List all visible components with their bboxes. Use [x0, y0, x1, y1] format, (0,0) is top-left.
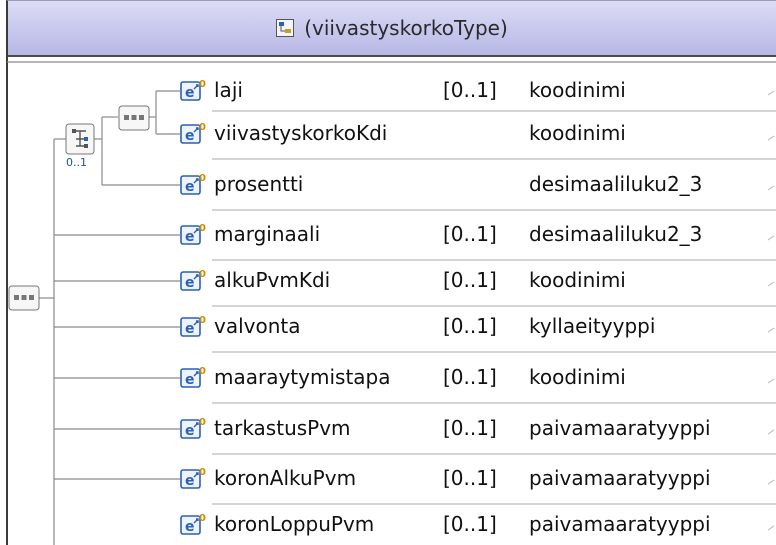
element-name[interactable]: laji — [214, 78, 243, 102]
element-name[interactable]: viivastyskorkoKdi — [214, 121, 387, 145]
element-name[interactable]: koronLoppuPvm — [214, 512, 374, 536]
svg-text:0: 0 — [199, 79, 206, 90]
element-name[interactable]: alkuPvmKdi — [214, 268, 330, 292]
element-icon: e0 — [180, 312, 210, 338]
element-icon: e0 — [180, 119, 210, 145]
element-icon: e0 — [180, 170, 210, 196]
element-icon: e0 — [180, 76, 210, 102]
inner-sequence-icon[interactable] — [118, 105, 150, 131]
tree-lines — [7, 61, 776, 545]
element-type[interactable]: koodinimi — [529, 78, 626, 102]
svg-text:e: e — [185, 473, 195, 489]
element-icon: e0 — [180, 414, 210, 440]
svg-text:0: 0 — [199, 122, 206, 133]
svg-text:e: e — [185, 229, 195, 245]
element-icon: e0 — [180, 510, 210, 536]
element-type[interactable]: koodinimi — [529, 121, 626, 145]
element-name[interactable]: maaraytymistapa — [214, 365, 391, 389]
element-type[interactable]: desimaaliluku2_3 — [529, 172, 702, 196]
svg-text:e: e — [185, 179, 195, 195]
svg-text:e: e — [185, 423, 195, 439]
element-cardinality: [0..1] — [443, 222, 497, 246]
svg-text:e: e — [185, 372, 195, 388]
svg-text:0: 0 — [199, 269, 206, 280]
svg-text:e: e — [185, 321, 195, 337]
root-sequence-icon[interactable] — [8, 285, 40, 311]
element-type[interactable]: paivamaaratyyppi — [529, 416, 711, 440]
element-name[interactable]: tarkastusPvm — [214, 416, 351, 440]
element-cardinality: [0..1] — [443, 78, 497, 102]
element-cardinality: [0..1] — [443, 268, 497, 292]
element-type[interactable]: paivamaaratyyppi — [529, 466, 711, 490]
element-name[interactable]: koronAlkuPvm — [214, 466, 356, 490]
element-icon: e0 — [180, 266, 210, 292]
element-cardinality: [0..1] — [443, 365, 497, 389]
element-cardinality: [0..1] — [443, 416, 497, 440]
element-icon: e0 — [180, 220, 210, 246]
element-name[interactable]: valvonta — [214, 314, 301, 338]
element-type[interactable]: kyllaeityyppi — [529, 314, 655, 338]
svg-text:0: 0 — [199, 417, 206, 428]
element-type[interactable]: koodinimi — [529, 365, 626, 389]
element-cardinality: [0..1] — [443, 512, 497, 536]
svg-text:e: e — [185, 519, 195, 535]
element-name[interactable]: marginaali — [214, 222, 320, 246]
element-type[interactable]: desimaaliluku2_3 — [529, 222, 702, 246]
svg-text:0: 0 — [199, 513, 206, 524]
choice-cardinality: 0..1 — [66, 156, 87, 169]
svg-text:0: 0 — [199, 366, 206, 377]
svg-text:e: e — [185, 128, 195, 144]
element-cardinality: [0..1] — [443, 314, 497, 338]
element-type[interactable]: paivamaaratyyppi — [529, 512, 711, 536]
svg-text:0: 0 — [199, 467, 206, 478]
svg-text:e: e — [185, 85, 195, 101]
svg-text:0: 0 — [199, 173, 206, 184]
element-type[interactable]: koodinimi — [529, 268, 626, 292]
svg-text:0: 0 — [199, 223, 206, 234]
element-name[interactable]: prosentti — [214, 172, 303, 196]
element-icon: e0 — [180, 363, 210, 389]
svg-text:0: 0 — [199, 315, 206, 326]
svg-text:e: e — [185, 275, 195, 291]
choice-icon[interactable] — [64, 122, 96, 156]
element-cardinality: [0..1] — [443, 466, 497, 490]
element-icon: e0 — [180, 464, 210, 490]
